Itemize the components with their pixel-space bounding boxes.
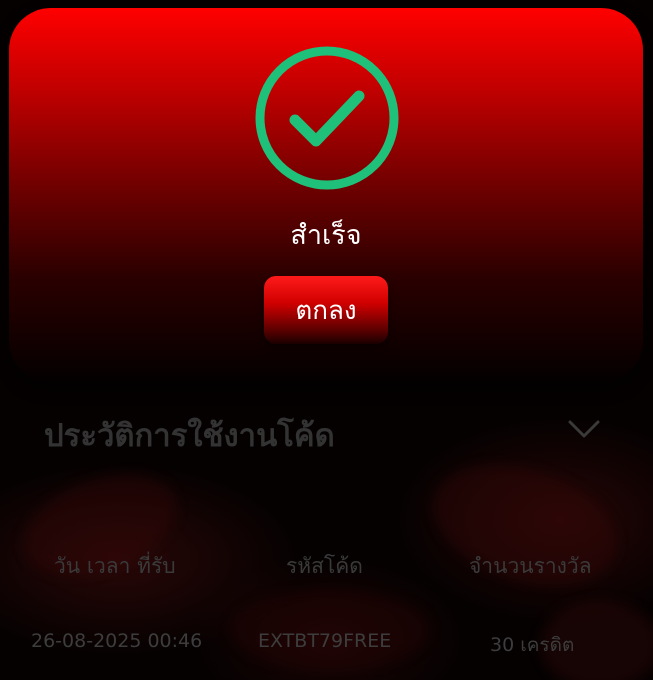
- column-header-reward: จำนวนรางวัล: [469, 554, 592, 578]
- row-reward: 30 เครดิต: [490, 634, 575, 656]
- row-code: EXTBT79FREE: [258, 630, 392, 652]
- row-datetime: 26-08-2025 00:46: [31, 630, 203, 652]
- code-history-title: ประวัติการใช้งานโค้ด: [44, 418, 335, 454]
- column-header-code: รหัสโค้ด: [286, 554, 363, 578]
- screen: ประวัติการใช้งานโค้ด วัน เวลา ที่รับ รหั…: [0, 0, 653, 680]
- success-message: สำเร็จ: [290, 220, 362, 251]
- column-header-datetime: วัน เวลา ที่รับ: [54, 554, 176, 578]
- chevron-down-icon[interactable]: [568, 418, 600, 440]
- success-modal: สำเร็จ ตกลง: [9, 8, 643, 383]
- check-circle-icon: [255, 46, 399, 190]
- ok-button[interactable]: ตกลง: [264, 276, 388, 344]
- code-history-section: ประวัติการใช้งานโค้ด วัน เวลา ที่รับ รหั…: [0, 390, 653, 680]
